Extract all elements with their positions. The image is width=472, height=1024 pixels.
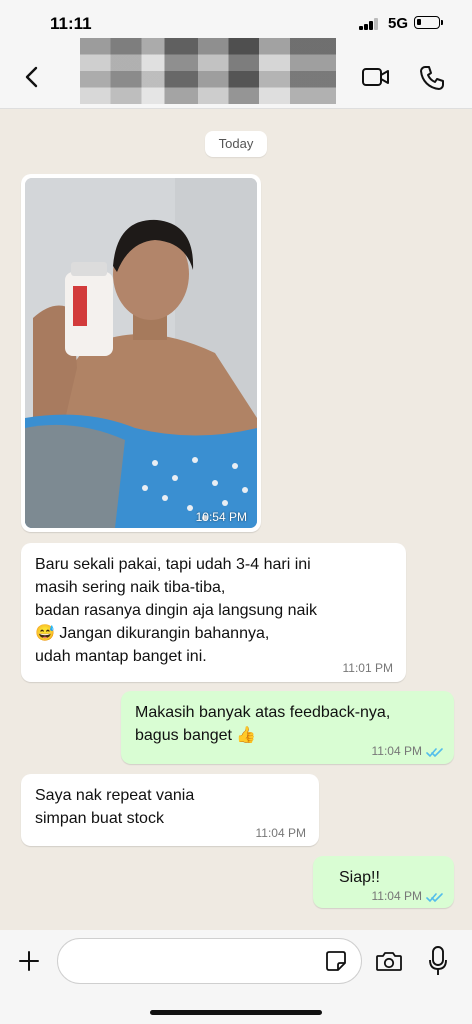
message-text: Makasih banyak atas feedback-nya, bagus … bbox=[135, 704, 391, 744]
photo[interactable]: 10:54 PM bbox=[25, 178, 257, 528]
message-time: 11:04 PM bbox=[371, 744, 422, 758]
message-time: 11:04 PM bbox=[255, 826, 306, 840]
video-camera-icon[interactable] bbox=[361, 64, 391, 90]
chat-header bbox=[0, 38, 472, 109]
message-text: Siap!! bbox=[339, 869, 380, 886]
message-time: 11:01 PM bbox=[342, 661, 393, 675]
network-label: 5G bbox=[388, 15, 409, 32]
composer-bar bbox=[0, 930, 472, 1024]
microphone-icon[interactable] bbox=[428, 945, 448, 977]
chevron-left-icon[interactable] bbox=[18, 62, 46, 92]
outgoing-message[interactable]: Makasih banyak atas feedback-nya, bagus … bbox=[121, 691, 454, 764]
message-text: Baru sekali pakai, tapi udah 3-4 hari in… bbox=[35, 556, 317, 665]
plus-icon[interactable] bbox=[16, 948, 42, 974]
incoming-message[interactable]: Saya nak repeat vania simpan buat stock … bbox=[21, 774, 319, 846]
outgoing-message[interactable]: Siap!! 11:04 PM bbox=[313, 856, 454, 908]
photo-illustration bbox=[25, 178, 257, 528]
message-time: 10:54 PM bbox=[195, 510, 247, 524]
contact-name-redacted[interactable] bbox=[80, 38, 336, 104]
home-indicator bbox=[150, 1010, 322, 1015]
phone-icon[interactable] bbox=[418, 64, 446, 92]
signal-icon bbox=[359, 18, 381, 30]
message-time: 11:04 PM bbox=[371, 889, 422, 903]
message-text: Saya nak repeat vania simpan buat stock bbox=[35, 787, 195, 827]
incoming-message[interactable]: Baru sekali pakai, tapi udah 3-4 hari in… bbox=[21, 543, 406, 682]
message-input[interactable] bbox=[57, 938, 362, 984]
camera-icon[interactable] bbox=[375, 950, 403, 972]
double-check-icon bbox=[426, 748, 443, 758]
sticker-icon[interactable] bbox=[324, 949, 348, 973]
date-divider: Today bbox=[205, 131, 267, 157]
battery-tip bbox=[441, 20, 443, 25]
battery-icon bbox=[414, 16, 440, 29]
status-time: 11:11 bbox=[50, 14, 92, 33]
double-check-icon bbox=[426, 893, 443, 903]
image-message[interactable]: 10:54 PM bbox=[21, 174, 261, 532]
